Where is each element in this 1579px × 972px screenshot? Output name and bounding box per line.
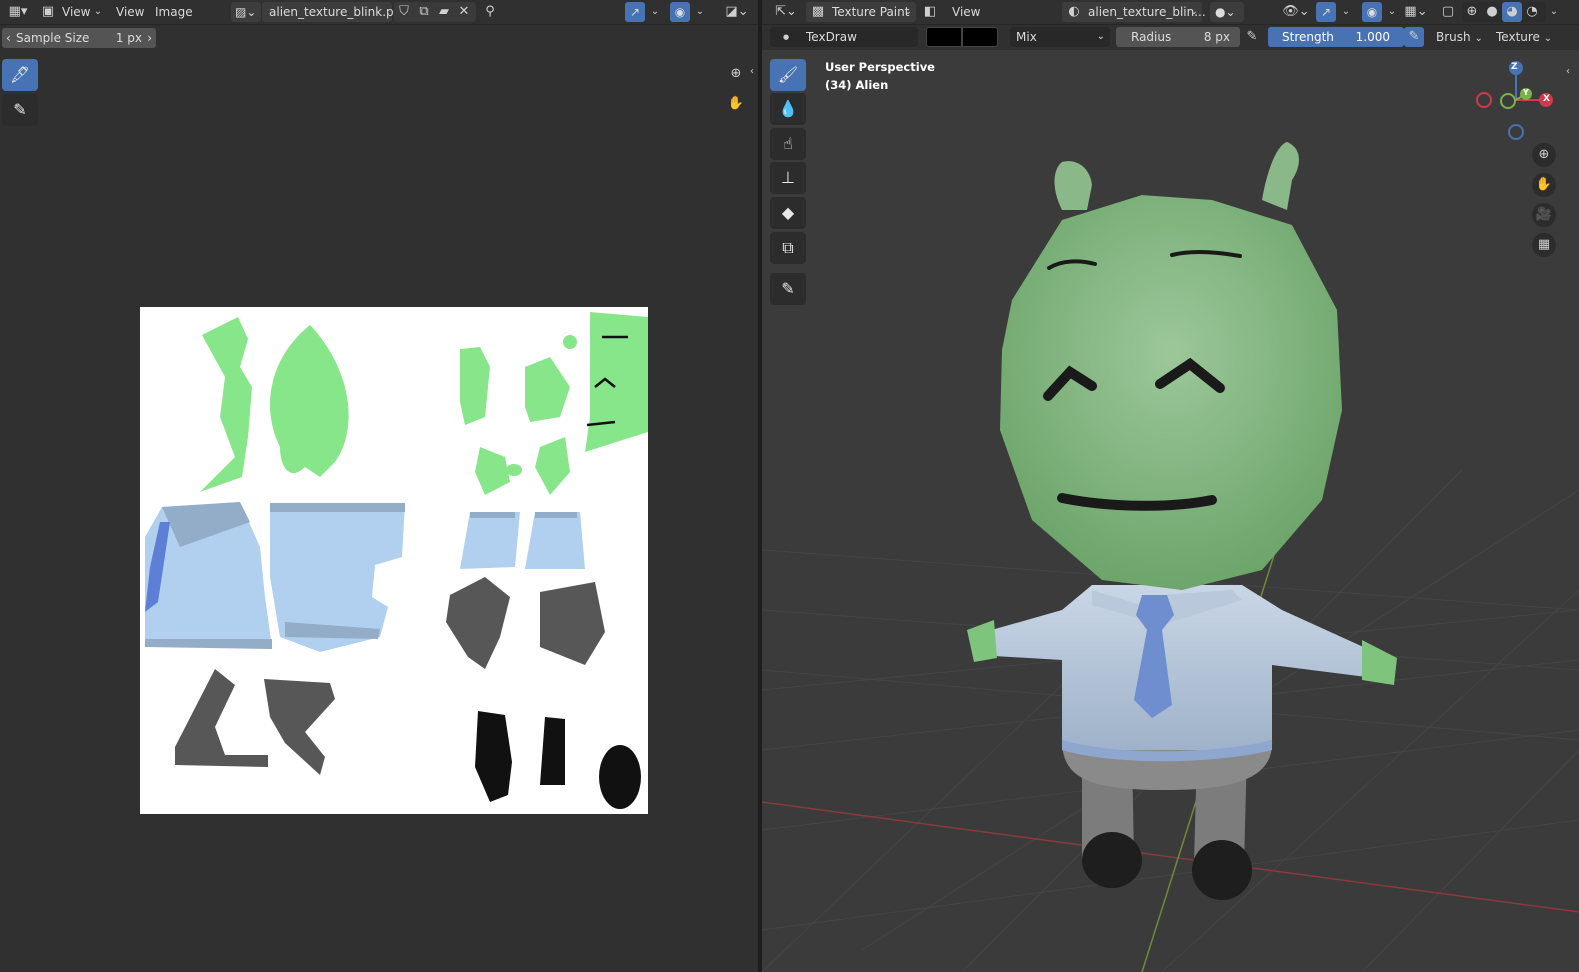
view-menu[interactable]: View <box>952 2 980 22</box>
solid-shading-icon[interactable]: ● <box>1482 2 1502 22</box>
image-editor-header: ▦▾ ▣ View ⌄ View Image ▨⌄ alien_texture_… <box>0 0 758 25</box>
texture-menu-label: Texture <box>1496 30 1540 44</box>
shield-icon[interactable]: ⛉ <box>394 2 414 22</box>
image-icon[interactable]: ▣ <box>38 2 58 22</box>
chevron-down-icon: ⌄ <box>1474 33 1483 44</box>
eye-icon[interactable]: 👁⌄ <box>1282 2 1310 22</box>
uv-display-icon[interactable]: ◪⌄ <box>722 2 752 22</box>
checker-icon: ▩ <box>811 4 825 19</box>
viewport-header: ⇱⌄ Texture Paint ▩ ⌄ ◧ View alien_textur… <box>762 0 1579 25</box>
sidebar-toggle-icon[interactable]: ‹ <box>746 62 758 82</box>
wireframe-shading-icon[interactable]: ⊕ <box>1462 2 1482 22</box>
chevron-left-icon[interactable]: ‹ <box>6 28 11 48</box>
material-icon: ◐ <box>1068 4 1080 19</box>
falloff-select[interactable]: ●⌄ <box>1210 2 1244 22</box>
strength-value: 1.000 <box>1355 30 1390 44</box>
gizmo-x-label: X <box>1543 94 1550 104</box>
blend-mode-select[interactable]: Mix ⌄ <box>1010 27 1110 47</box>
chevron-down-icon[interactable]: ⌄ <box>1382 2 1402 22</box>
sidebar-toggle-icon[interactable]: ‹ <box>1562 62 1574 82</box>
chevron-down-icon: ⌄ <box>1543 33 1553 44</box>
chevron-down-icon: ⌄ <box>1096 31 1105 42</box>
overlay-toggle[interactable]: ◉ <box>670 2 690 22</box>
blend-mode-label: Mix <box>1016 30 1037 44</box>
material-shading-icon[interactable]: ◕ <box>1502 2 1522 22</box>
slots-icon[interactable]: ◧ <box>920 2 940 22</box>
view-menu-1[interactable]: View <box>62 2 90 22</box>
chevron-down-icon[interactable]: ⌄ <box>1184 2 1204 22</box>
chevron-right-icon[interactable]: › <box>147 28 152 48</box>
gizmo-toggle[interactable]: ↗ <box>1316 2 1336 22</box>
object-label: (34) Alien <box>825 78 889 92</box>
new-image-icon[interactable]: ⧉ <box>414 2 434 22</box>
radius-label: Radius <box>1131 30 1172 44</box>
secondary-color-swatch[interactable] <box>962 27 998 47</box>
rendered-shading-icon[interactable]: ◔ <box>1522 2 1542 22</box>
gizmo-toggle[interactable]: ↗ <box>625 2 645 22</box>
brush-name: TexDraw <box>806 30 857 44</box>
editor-type-icon[interactable]: ⇱⌄ <box>772 2 800 22</box>
mask-icon[interactable]: ⧉ <box>770 232 806 264</box>
annotate-tool-icon[interactable]: ✎ <box>2 94 38 126</box>
overlay-icon[interactable]: ◉ <box>1362 2 1382 22</box>
chevron-down-icon[interactable]: ⌄ <box>1544 2 1564 22</box>
view-menu-2[interactable]: View <box>116 2 144 22</box>
chevron-down-icon[interactable]: ⌄ <box>898 2 918 22</box>
image-browse-button[interactable]: ▨⌄ <box>231 2 261 22</box>
draw-brush-icon[interactable]: 🖌 <box>770 59 806 91</box>
xray-toggle-icon[interactable]: ▢ <box>1438 2 1458 22</box>
sample-tool-icon[interactable]: 🖋 <box>2 59 38 91</box>
tool-settings-bar: TexDraw ● Mix ⌄ Radius 8 px ✎ Strength 1… <box>762 25 1579 50</box>
image-name-field[interactable]: alien_texture_blink.png <box>262 2 409 22</box>
radius-field[interactable]: Radius 8 px <box>1116 27 1240 47</box>
chevron-down-icon[interactable]: ⌄ <box>1336 2 1356 22</box>
grid-icon[interactable]: ▦ <box>1532 233 1556 257</box>
gizmo-z-label: Z <box>1511 62 1518 72</box>
pin-icon[interactable]: ⚲ <box>480 2 500 22</box>
strength-field[interactable]: Strength 1.000 <box>1268 27 1404 47</box>
brush-menu[interactable]: Brush ⌄ <box>1436 27 1483 47</box>
zoom-icon[interactable]: ⊕ <box>724 62 748 86</box>
perspective-label: User Perspective <box>825 60 935 74</box>
scene-canvas[interactable] <box>762 50 1579 972</box>
image-menu[interactable]: Image <box>155 2 193 22</box>
gizmo-y-label: Y <box>1523 88 1529 97</box>
annotate-tool-icon[interactable]: ✎ <box>770 273 806 305</box>
radius-value: 8 px <box>1203 30 1230 44</box>
strength-label: Strength <box>1282 30 1334 44</box>
brush-menu-label: Brush <box>1436 30 1471 44</box>
pressure-icon[interactable]: ✎ <box>1242 27 1262 47</box>
3d-viewport: ⇱⌄ Texture Paint ▩ ⌄ ◧ View alien_textur… <box>762 0 1579 972</box>
xray-icon[interactable]: ▦⌄ <box>1402 2 1430 22</box>
editor-type-icon[interactable]: ▦▾ <box>4 2 32 22</box>
fill-icon[interactable]: ◆ <box>770 197 806 229</box>
chevron-down-icon[interactable]: ⌄ <box>690 2 710 22</box>
texture-menu[interactable]: Texture ⌄ <box>1496 27 1552 47</box>
image-editor: ▦▾ ▣ View ⌄ View Image ▨⌄ alien_texture_… <box>0 0 758 972</box>
uv-texture-image <box>140 307 648 814</box>
hand-icon[interactable]: ✋ <box>724 92 748 116</box>
pressure-icon[interactable]: ✎ <box>1404 27 1424 47</box>
sample-size-field[interactable]: ‹ Sample Size 1 px › <box>2 28 156 48</box>
brush-dot-icon: ● <box>782 33 790 41</box>
sample-size-label: Sample Size <box>16 31 90 45</box>
hand-icon[interactable]: ✋ <box>1532 173 1556 197</box>
close-icon[interactable]: ✕ <box>454 2 474 22</box>
clone-icon[interactable]: ⊥ <box>770 162 806 194</box>
camera-icon[interactable]: 🎥 <box>1532 203 1556 227</box>
open-image-icon[interactable]: ▰ <box>434 2 454 22</box>
sample-size-value: 1 px <box>115 31 142 45</box>
primary-color-swatch[interactable] <box>926 27 962 47</box>
zoom-icon[interactable]: ⊕ <box>1532 143 1556 167</box>
smear-icon[interactable]: ☝ <box>770 128 806 160</box>
chevron-down-icon[interactable]: ⌄ <box>88 2 108 22</box>
soften-icon[interactable]: 💧 <box>770 93 806 125</box>
chevron-down-icon[interactable]: ⌄ <box>645 2 665 22</box>
